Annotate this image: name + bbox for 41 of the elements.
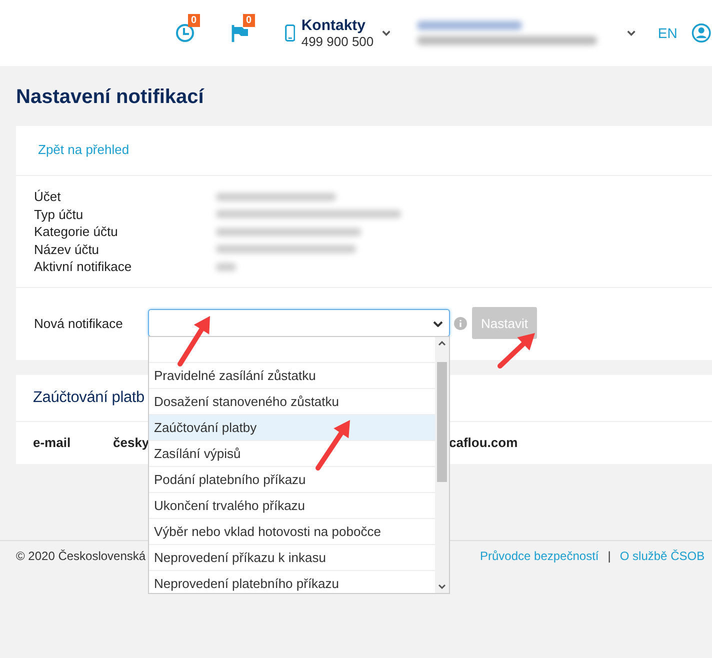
chevron-icon[interactable] xyxy=(627,30,636,36)
count-badge: 0 xyxy=(188,14,200,27)
chevron-icon[interactable] xyxy=(382,30,390,36)
separator: | xyxy=(608,549,611,563)
copyright-text: © 2020 Československá xyxy=(16,549,146,563)
pointer-arrow xyxy=(178,316,210,366)
phone-icon[interactable] xyxy=(285,23,296,43)
blurred-text xyxy=(216,262,236,271)
contacts-title[interactable]: Kontakty xyxy=(301,16,374,34)
table-cell: caflou.com xyxy=(449,435,518,450)
field-label: Název účtu xyxy=(34,242,100,257)
select-field[interactable] xyxy=(148,309,450,337)
section-title: Zaúčtování platb xyxy=(33,389,144,406)
count-badge: 0 xyxy=(243,14,255,27)
dropdown-option[interactable]: Výběr nebo vklad hotovosti na pobočce xyxy=(149,518,435,544)
dropdown-option[interactable]: Zasílání výpisů xyxy=(149,440,435,466)
table-cell: e-mail xyxy=(33,435,71,450)
dropdown-option[interactable]: Ukončení trvalého příkazu xyxy=(149,492,435,518)
page-title: Nastavení notifikací xyxy=(16,85,206,110)
field-label: Typ účtu xyxy=(34,206,84,222)
phone-number: 499 900 500 xyxy=(301,34,374,50)
dropdown-option[interactable]: Zaúčtování platby xyxy=(149,414,435,440)
dropdown-option[interactable]: Podání platebního příkazu xyxy=(149,466,435,492)
scroll-down-icon[interactable] xyxy=(438,584,446,589)
chevron-icon xyxy=(433,321,443,327)
scrollbar[interactable] xyxy=(435,337,449,593)
table-cell: česky xyxy=(113,435,150,450)
field-label: Účet xyxy=(34,189,62,204)
pointer-arrow xyxy=(316,420,350,470)
pointer-arrow xyxy=(498,333,535,368)
flag-icon[interactable] xyxy=(230,23,250,43)
info-icon[interactable] xyxy=(454,316,467,330)
field-label: Nová notifikace xyxy=(34,316,124,330)
clock-icon[interactable] xyxy=(175,23,195,43)
dropdown-option[interactable]: Neprovedení platebního příkazu xyxy=(149,570,435,593)
dropdown-option[interactable]: Pravidelné zasílání zůstatku xyxy=(149,362,435,388)
dropdown-option[interactable]: Neprovedení příkazu k inkasu xyxy=(149,544,435,570)
field-label: Kategorie účtu xyxy=(34,224,119,240)
user-icon[interactable] xyxy=(691,21,712,45)
field-label: Aktivní notifikace xyxy=(34,259,133,274)
scroll-up-icon[interactable] xyxy=(438,341,446,346)
